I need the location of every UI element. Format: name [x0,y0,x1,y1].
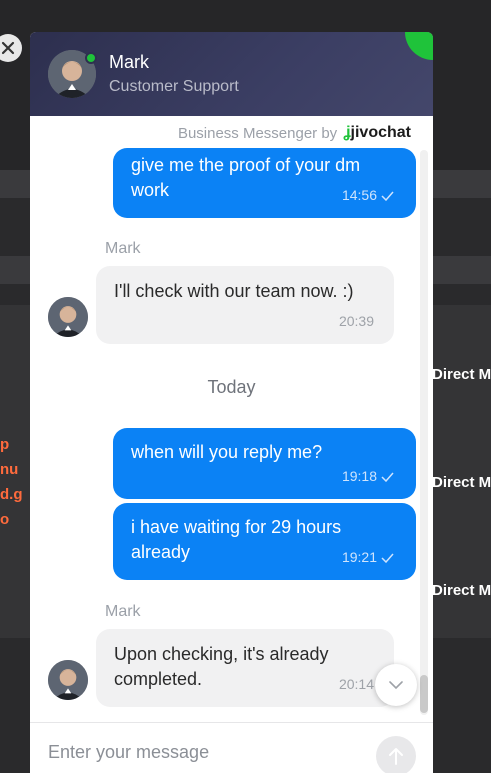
message-time: 20:39 [338,313,374,329]
message-meta: 20:39 [339,309,374,334]
checkmark-icon [381,472,394,482]
message-time: 20:14 [338,676,374,692]
agent-message-avatar [48,660,88,700]
message-text: I'll check with our team now. :) [114,281,354,301]
agent-name: Mark [109,52,149,72]
message-time: 19:21 [341,549,377,565]
message-meta: 19:21 [342,545,394,570]
message-composer [30,722,433,773]
sender-label: Mark [105,603,141,620]
messages-scrollbar-track [420,150,428,715]
message-meta: 20:14 [339,672,374,697]
message-input[interactable] [48,737,358,767]
message-meta: 19:18 [342,464,394,489]
outgoing-message: when will you reply me? 19:18 [113,428,416,499]
outgoing-message: give me the proof of your dm work 14:56 [113,148,416,218]
branding-text: Business Messenger by [177,124,338,142]
message-time: 19:18 [341,468,377,484]
date-separator: Today [207,377,256,397]
background-direct-label: Direct M [432,474,491,491]
scroll-to-bottom-button[interactable] [375,664,417,706]
background-orange-text: nu [0,461,19,478]
branding: Business Messenger by ʝjivochat [178,124,411,142]
jivochat-logo[interactable]: ʝjivochat [343,124,411,142]
agent-role: Customer Support [109,78,239,95]
background-direct-label: Direct M [432,366,491,383]
close-icon [1,41,15,55]
chevron-down-icon [389,680,403,689]
online-status-dot [85,52,97,64]
message-text: when will you reply me? [131,442,323,462]
chat-header: Mark Customer Support [30,32,433,116]
incoming-message: I'll check with our team now. :) 20:39 [96,266,394,344]
sender-label: Mark [105,240,141,257]
message-meta: 14:56 [342,183,394,208]
message-time: 14:56 [341,187,377,203]
brand-logo-text: jivochat [350,124,411,141]
outgoing-message: i have waiting for 29 hours already 19:2… [113,503,416,580]
background-orange-text: d.g [0,486,23,503]
checkmark-icon [381,191,394,201]
messages-scrollbar-thumb[interactable] [420,675,428,713]
send-arrow-icon [389,748,403,765]
header-corner-accent [405,32,433,60]
background-orange-text: o [0,511,10,528]
incoming-message: Upon checking, it's already completed. 2… [96,629,394,707]
agent-message-avatar [48,297,88,337]
send-button[interactable] [376,736,416,773]
chat-widget: Mark Customer Support Business Messenger… [30,32,433,773]
background-orange-text: p [0,436,10,453]
background-direct-label: Direct M [432,582,491,599]
checkmark-icon [381,553,394,563]
